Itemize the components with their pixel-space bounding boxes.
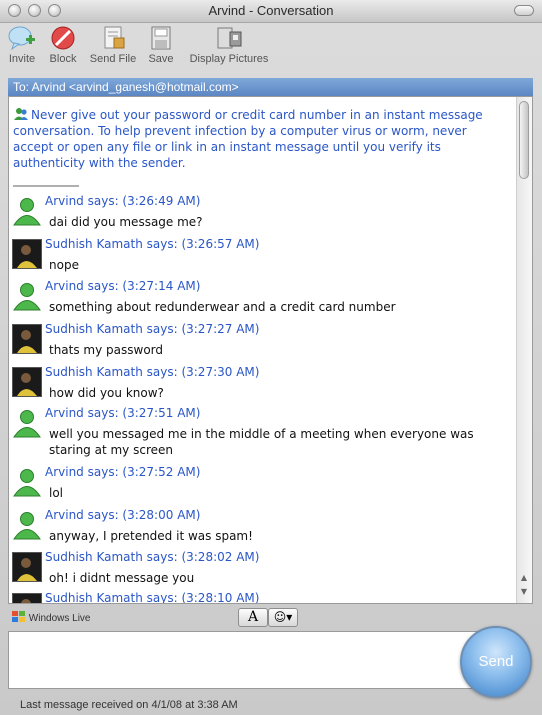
invite-icon	[8, 26, 35, 51]
window-title: Arvind - Conversation	[208, 3, 334, 18]
message-sender: Sudhish Kamath says: (3:27:30 AM)	[45, 365, 260, 379]
block-label: Block	[49, 53, 77, 65]
status-text: Last message received on 4/1/08 at 3:38 …	[20, 699, 238, 711]
save-label: Save	[148, 53, 174, 65]
message-sender: Sudhish Kamath says: (3:28:02 AM)	[45, 550, 260, 564]
message-sender: Arvind says: (3:28:00 AM)	[45, 508, 201, 522]
invite-button[interactable]: Invite	[6, 24, 38, 65]
message-sender: Sudhish Kamath says: (3:27:27 AM)	[45, 322, 260, 336]
message-sender: Arvind says: (3:27:14 AM)	[45, 279, 201, 293]
buddy-icon	[13, 469, 41, 497]
message-text: lol	[49, 486, 64, 500]
display-pictures-button[interactable]: Display Pictures	[186, 24, 272, 65]
sudhish-photo-icon	[13, 553, 41, 581]
scroll-down-arrow-icon[interactable]: ▼	[519, 587, 529, 597]
message-text: dai did you message me?	[49, 215, 203, 229]
message-text: thats my password	[49, 343, 164, 357]
message-text: nope	[49, 258, 79, 272]
emoticon-icon: ☺▾	[273, 610, 293, 624]
send-file-button[interactable]: Send File	[88, 24, 138, 65]
send-file-icon	[104, 26, 125, 49]
to-recipient-bar: To: Arvind <arvind_ganesh@hotmail.com>	[8, 78, 533, 96]
sudhish-photo-icon	[13, 240, 41, 268]
windows-live-label: Windows Live	[28, 613, 91, 624]
message-sender: Sudhish Kamath says: (3:28:10 AM)	[45, 591, 260, 604]
block-icon	[51, 26, 75, 50]
sudhish-avatar	[12, 239, 42, 269]
message-sender: Sudhish Kamath says: (3:26:57 AM)	[45, 237, 260, 251]
sudhish-photo-icon	[13, 594, 41, 603]
save-icon	[151, 26, 171, 50]
display-pictures-label: Display Pictures	[189, 53, 269, 65]
contacts-icon	[14, 108, 28, 120]
emoticon-button[interactable]: ☺▾	[268, 608, 298, 627]
sudhish-photo-icon	[13, 325, 41, 353]
send-button[interactable]: Send	[460, 626, 532, 698]
scroll-thumb[interactable]	[519, 101, 529, 179]
invite-label: Invite	[8, 53, 36, 65]
save-button[interactable]: Save	[146, 24, 176, 65]
toolbar: Invite Block Send File Save Display Pict…	[0, 22, 542, 72]
font-button[interactable]: A	[238, 608, 268, 627]
conversation-window: Arvind - Conversation Invite Block Send …	[0, 0, 542, 715]
message-text: how did you know?	[49, 386, 164, 400]
buddy-icon	[13, 198, 41, 226]
format-strip: Windows Live A ☺▾	[0, 605, 542, 631]
sudhish-avatar	[12, 324, 42, 354]
vertical-scrollbar[interactable]: ▲ ▼	[516, 97, 532, 603]
display-pictures-icon	[217, 27, 242, 49]
buddy-icon	[13, 410, 41, 438]
message-text: oh! i didnt message you	[49, 571, 195, 585]
sudhish-avatar	[12, 593, 42, 603]
toolbar-toggle-button[interactable]	[514, 5, 534, 16]
send-file-label: Send File	[89, 53, 137, 65]
sudhish-avatar	[12, 367, 42, 397]
buddy-icon	[13, 283, 41, 311]
conversation-history[interactable]: Never give out your password or credit c…	[8, 96, 533, 604]
message-sender: Arvind says: (3:26:49 AM)	[45, 194, 201, 208]
block-button[interactable]: Block	[46, 24, 80, 65]
scroll-up-arrow-icon[interactable]: ▲	[519, 573, 529, 583]
message-sender: Arvind says: (3:27:52 AM)	[45, 465, 201, 479]
windows-flag-icon	[12, 611, 25, 622]
title-bar: Arvind - Conversation	[0, 0, 542, 23]
buddy-icon	[13, 512, 41, 540]
sudhish-photo-icon	[13, 368, 41, 396]
message-text: anyway, I pretended it was spam!	[49, 529, 253, 543]
message-text: well you messaged me in the middle of a …	[49, 427, 474, 457]
message-text: something about redunderwear and a credi…	[49, 300, 396, 314]
sudhish-avatar	[12, 552, 42, 582]
security-warning: Never give out your password or credit c…	[13, 107, 503, 171]
message-input[interactable]	[8, 631, 478, 689]
security-warning-text: Never give out your password or credit c…	[13, 108, 483, 170]
divider	[13, 185, 79, 187]
message-sender: Arvind says: (3:27:51 AM)	[45, 406, 201, 420]
windows-live-logo: Windows Live	[12, 611, 90, 624]
